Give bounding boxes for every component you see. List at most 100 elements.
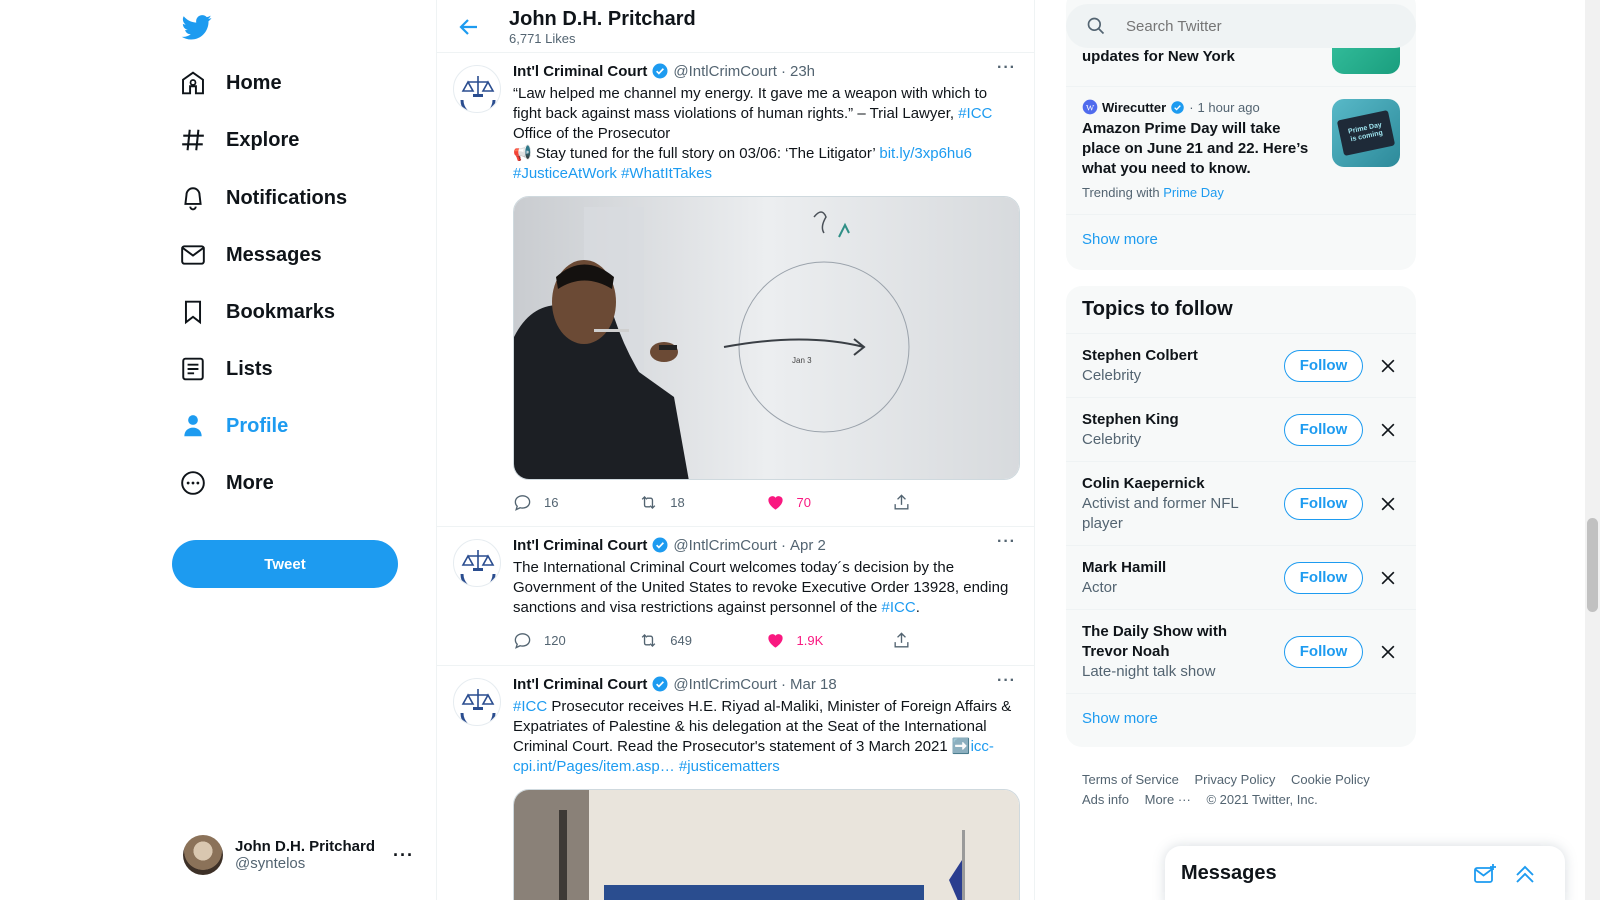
follow-button[interactable]: Follow [1284,349,1363,382]
messages-drawer-title: Messages [1181,862,1277,884]
footer-link-ads[interactable]: Ads info [1082,792,1129,807]
tweet-image[interactable]: Jan 3 [513,196,1020,480]
tweet-button[interactable]: Tweet [172,540,398,588]
new-message-icon[interactable] [1473,862,1497,886]
account-more-icon[interactable]: ··· [393,845,414,866]
twitter-logo-icon[interactable] [180,12,214,42]
tweet-time[interactable]: 23h [790,63,815,80]
nav-more[interactable]: More [180,461,274,505]
tweet[interactable]: Int'l Criminal Court @IntlCrimCourt · Ma… [437,666,1034,900]
scrollbar-thumb[interactable] [1587,518,1598,612]
retweet-button[interactable]: 649 [639,631,765,650]
close-icon[interactable] [1378,420,1398,440]
separator: · [780,62,786,80]
topic-category: Celebrity [1082,367,1142,384]
share-button[interactable] [892,493,1018,512]
follow-button[interactable]: Follow [1284,561,1363,594]
hashtag-link[interactable]: #ICC [513,698,547,715]
nav-profile-label: Profile [226,414,289,437]
follow-button[interactable]: Follow [1284,487,1363,520]
icc-avatar[interactable] [453,678,501,726]
topic-category: Activist and former NFL player [1082,495,1239,532]
search-icon [1087,17,1105,35]
more-options-icon[interactable]: ··· [997,672,1016,690]
trending-tag-link[interactable]: Prime Day [1163,185,1224,200]
nav-home[interactable]: Home [180,61,282,105]
close-icon[interactable] [1378,568,1398,588]
account-switcher[interactable]: John D.H. Pritchard @syntelos [183,835,375,875]
author-name[interactable]: Int'l Criminal Court [513,676,647,693]
like-button[interactable]: 70 [766,493,892,512]
reply-count: 120 [544,632,566,648]
double-chevron-up-icon[interactable] [1513,862,1537,886]
show-more-link[interactable]: Show more [1066,215,1416,264]
tweet-time[interactable]: Mar 18 [790,676,837,693]
search-bar[interactable] [1066,4,1416,48]
messages-drawer[interactable]: Messages [1165,846,1565,900]
scales-of-justice-icon [460,76,496,112]
tweet[interactable]: Int'l Criminal Court @IntlCrimCourt · Ap… [437,527,1034,666]
hashtag-icon [182,129,204,151]
icc-avatar[interactable] [453,65,501,113]
tweet[interactable]: Int'l Criminal Court @IntlCrimCourt · 23… [437,53,1034,527]
nav-bookmarks[interactable]: Bookmarks [180,290,335,334]
hashtag-link[interactable]: #ICC [882,599,916,616]
twitter-app: Home Explore Notifications Messages Book… [0,0,1600,900]
show-more-link[interactable]: Show more [1066,693,1416,743]
more-options-icon[interactable]: ··· [997,533,1016,551]
author-name[interactable]: Int'l Criminal Court [513,63,647,80]
scrollbar[interactable] [1585,0,1600,900]
topic-item[interactable]: The Daily Show with Trevor Noah Late-nig… [1066,609,1416,693]
reply-button[interactable]: 16 [513,493,639,512]
nav-explore[interactable]: Explore [180,118,299,162]
close-icon[interactable] [1378,494,1398,514]
scales-of-justice-icon [460,689,496,725]
url-link[interactable]: bit.ly/3xp6hu6 [879,145,972,162]
trend-item[interactable]: W Wirecutter · 1 hour ago Amazon Prime D… [1066,87,1416,215]
tweet-text: The International Criminal Court welcome… [513,558,1018,618]
hashtag-link[interactable]: #ICC [958,105,992,122]
like-button[interactable]: 1.9K [766,631,892,650]
hashtag-link[interactable]: #justicematters [679,758,780,775]
author-handle[interactable]: @IntlCrimCourt [673,676,777,693]
nav-more-label: More [226,471,274,494]
footer-link-privacy[interactable]: Privacy Policy [1194,772,1275,787]
more-options-icon[interactable]: ··· [997,59,1016,77]
like-count: 1.9K [796,632,824,648]
verified-badge-icon [652,63,668,79]
nav-profile[interactable]: Profile [180,404,288,448]
follow-button[interactable]: Follow [1284,635,1363,668]
author-handle[interactable]: @IntlCrimCourt [673,63,777,80]
page-header: John D.H. Pritchard 6,771 Likes [437,0,1034,53]
icc-avatar[interactable] [453,539,501,587]
thumbnail-text: Prime Day is coming [1347,121,1384,144]
topic-item[interactable]: Stephen King Celebrity Follow [1066,397,1416,461]
nav-notifications[interactable]: Notifications [180,176,347,220]
follow-button[interactable]: Follow [1284,413,1363,446]
retweet-button[interactable]: 18 [639,493,765,512]
topic-item[interactable]: Stephen Colbert Celebrity Follow [1066,333,1416,397]
hashtag-links[interactable]: #JusticeAtWork #WhatItTakes [513,165,712,182]
tweet-time[interactable]: Apr 2 [790,537,826,554]
author-handle[interactable]: @IntlCrimCourt [673,537,777,554]
footer-link-cookies[interactable]: Cookie Policy [1291,772,1370,787]
tweet-actions: 16 18 70 [513,480,1018,524]
nav-home-label: Home [226,71,282,94]
nav-lists[interactable]: Lists [180,347,273,391]
topic-item[interactable]: Mark Hamill Actor Follow [1066,545,1416,609]
page-title: John D.H. Pritchard [509,8,696,30]
share-button[interactable] [892,631,1018,650]
author-name[interactable]: Int'l Criminal Court [513,537,647,554]
topic-item[interactable]: Colin Kaepernick Activist and former NFL… [1066,461,1416,545]
reply-button[interactable]: 120 [513,631,639,650]
trending-prefix: Trending with [1082,185,1160,200]
search-input[interactable] [1126,17,1386,35]
tweet-image[interactable] [513,789,1020,900]
nav-messages[interactable]: Messages [180,233,322,277]
footer-link-more[interactable]: More ··· [1145,792,1191,807]
close-icon[interactable] [1378,642,1398,662]
close-icon[interactable] [1378,356,1398,376]
back-arrow-icon[interactable] [457,15,481,39]
nav-messages-label: Messages [226,243,322,266]
footer-link-terms[interactable]: Terms of Service [1082,772,1179,787]
